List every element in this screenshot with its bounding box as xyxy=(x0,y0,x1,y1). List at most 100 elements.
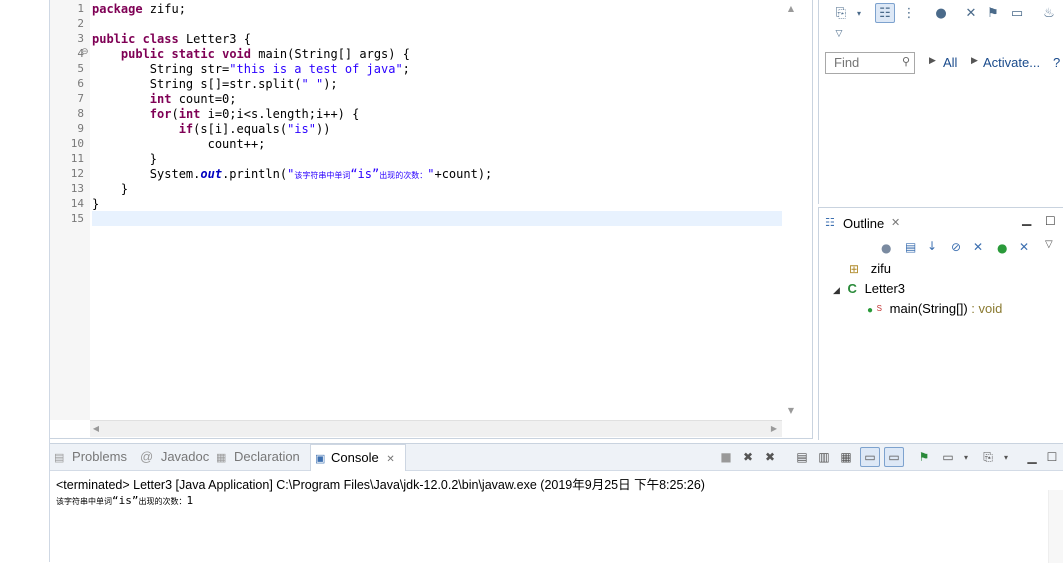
hide-local-icon[interactable]: ✕ xyxy=(1019,240,1029,254)
scroll-right-icon[interactable]: ▶ xyxy=(768,423,780,435)
expand-icon[interactable]: ◢ xyxy=(833,285,840,295)
code-token: int xyxy=(149,92,172,106)
remove-all-icon[interactable]: ✖ xyxy=(760,447,780,467)
package-label: zifu xyxy=(870,261,891,276)
all-link[interactable]: All xyxy=(943,55,957,70)
tab-problems[interactable]: ▤ Problems xyxy=(54,444,134,470)
dropdown-icon[interactable]: ▾ xyxy=(849,3,869,23)
editor-vertical-scrollbar[interactable]: ▲ ▼ xyxy=(782,0,800,420)
line-number: 2 xyxy=(77,17,84,30)
scroll-lock-icon[interactable]: ▥ xyxy=(814,447,834,467)
line-number: 9 xyxy=(77,122,84,135)
sort-icon[interactable]: ↓ xyxy=(927,239,937,253)
new-view-icon[interactable]: ⎘ xyxy=(831,3,851,23)
hide-fields-icon[interactable]: ⊘ xyxy=(951,240,961,254)
tab-outline[interactable]: ☷ Outline ✕ xyxy=(819,208,911,236)
console-vertical-scrollbar[interactable] xyxy=(1048,490,1063,563)
pin-icon[interactable]: ⚑ xyxy=(983,3,1003,23)
word-wrap-icon[interactable]: ▦ xyxy=(836,447,856,467)
code-line[interactable]: } xyxy=(92,152,157,167)
java-editor[interactable]: 1 2 3 4 5 6 7 8 9 10 11 12 13 14 15 package zifu; publi… xyxy=(50,0,813,439)
tree-item-package[interactable]: ⊞ zifu xyxy=(849,260,891,278)
open-console-icon[interactable]: ⎘ xyxy=(978,447,998,467)
help-icon[interactable]: ? xyxy=(1053,55,1060,70)
show-on-stdout-icon[interactable]: ▭ xyxy=(860,447,880,467)
code-line[interactable]: package zifu; xyxy=(92,2,186,17)
code-line[interactable]: int count=0; xyxy=(92,92,237,107)
activate-link[interactable]: Activate... xyxy=(983,55,1040,70)
code-token: count++; xyxy=(92,137,266,151)
beans-icon[interactable]: ● xyxy=(881,241,891,255)
collapse-all-icon[interactable]: ▤ xyxy=(905,240,916,254)
code-token: public xyxy=(92,32,136,46)
tree-icon[interactable]: ⋮ xyxy=(899,3,919,23)
code-token: .println( xyxy=(222,167,288,181)
minimize-icon[interactable]: ▭ xyxy=(1007,3,1027,23)
console-icon: ▣ xyxy=(315,453,326,465)
search-icon: ⚲ xyxy=(901,55,910,68)
line-number: 7 xyxy=(77,92,84,105)
code-token: System. xyxy=(92,167,201,181)
find-field[interactable]: ⚲ xyxy=(825,52,915,74)
outline-panel: ☷ Outline ✕ ▁ ☐ ● ▤ ↓ ⊘ ✕ ● ✕ ▽ ⊞ zifu ◢… xyxy=(818,207,1063,440)
java-perspective-icon[interactable]: ♨ xyxy=(1039,3,1059,23)
tab-declaration[interactable]: ▦ Declaration xyxy=(216,444,308,470)
code-line[interactable]: for(int i=0;i<s.length;i++) { xyxy=(92,107,360,122)
minimize-icon[interactable]: ▁ xyxy=(1022,447,1042,467)
code-token: String s[]=str.split( xyxy=(92,77,302,91)
code-line[interactable]: String s[]=str.split(" "); xyxy=(92,77,338,92)
code-token: zifu; xyxy=(142,2,186,16)
code-line[interactable]: if(s[i].equals("is")) xyxy=(92,122,331,137)
hide-nonpublic-icon[interactable]: ● xyxy=(997,241,1007,255)
code-area[interactable]: package zifu; public class Letter3 { publ… xyxy=(92,0,782,420)
code-line[interactable]: System.out.println("该字符串中单词“is”出现的次数："+c… xyxy=(92,167,492,182)
display-console-icon[interactable]: ▭ xyxy=(938,447,958,467)
javadoc-icon: @ xyxy=(140,449,154,464)
scroll-left-icon[interactable]: ◀ xyxy=(90,423,102,435)
maximize-icon[interactable]: ☐ xyxy=(1045,214,1056,228)
beans-icon[interactable]: ● xyxy=(931,3,951,23)
pin-console-icon[interactable]: ⚑ xyxy=(914,447,934,467)
remove-launch-icon[interactable]: ✖ xyxy=(738,447,758,467)
tree-item-method[interactable]: ● S main(String[]) : void xyxy=(867,300,1002,318)
dropdown-icon[interactable]: ▾ xyxy=(996,447,1016,467)
clear-console-icon[interactable]: ▤ xyxy=(792,447,812,467)
code-token: int xyxy=(178,107,201,121)
scroll-down-icon[interactable]: ▼ xyxy=(786,406,796,416)
hierarchy-icon[interactable]: ☷ xyxy=(875,3,895,23)
tree-item-class[interactable]: ◢ C Letter3 xyxy=(833,280,905,298)
tab-console[interactable]: ▣ Console ✕ xyxy=(310,444,406,471)
code-line[interactable]: } xyxy=(92,182,128,197)
tab-javadoc[interactable]: @ Javadoc xyxy=(140,444,212,470)
code-line[interactable]: public class Letter3 { xyxy=(92,32,251,47)
editor-horizontal-scrollbar[interactable]: ◀ ▶ xyxy=(90,420,782,437)
dropdown-icon[interactable]: ▾ xyxy=(956,447,976,467)
close-icon[interactable]: ✕ xyxy=(891,216,900,229)
code-token: public xyxy=(120,47,165,61)
view-menu-icon[interactable]: ▽ xyxy=(1045,239,1053,250)
code-token: 该字符串中单词 xyxy=(294,171,351,180)
console-output[interactable]: 该字符串中单词“is”出现的次数：1 xyxy=(56,494,193,507)
code-token: ; xyxy=(402,62,410,76)
code-token: ); xyxy=(323,77,338,91)
code-line[interactable]: public static void main(String[] args) { xyxy=(92,47,410,62)
link-icon[interactable]: ✕ xyxy=(961,3,981,23)
chevron-down-icon[interactable]: ▽ xyxy=(829,24,849,44)
code-line[interactable]: } xyxy=(92,197,99,212)
declaration-icon: ▦ xyxy=(216,452,227,464)
code-token: 出现的次数： xyxy=(379,171,428,180)
terminate-icon[interactable]: ■ xyxy=(716,447,736,467)
scroll-up-icon[interactable]: ▲ xyxy=(786,4,796,14)
code-token: " " xyxy=(301,77,324,91)
public-method-icon: ● xyxy=(867,305,874,316)
show-on-stderr-icon[interactable]: ▭ xyxy=(884,447,904,467)
find-input[interactable] xyxy=(828,54,898,70)
code-line[interactable]: count++; xyxy=(92,137,266,152)
close-icon[interactable]: ✕ xyxy=(386,454,394,465)
code-line[interactable]: String str="this is a test of java"; xyxy=(92,62,410,77)
hide-static-icon[interactable]: ✕ xyxy=(973,240,983,254)
line-number: 1 xyxy=(77,2,84,15)
minimize-icon[interactable]: ▁ xyxy=(1022,212,1031,226)
fold-toggle-icon[interactable]: ⊖ xyxy=(81,48,89,57)
maximize-icon[interactable]: ☐ xyxy=(1042,447,1062,467)
